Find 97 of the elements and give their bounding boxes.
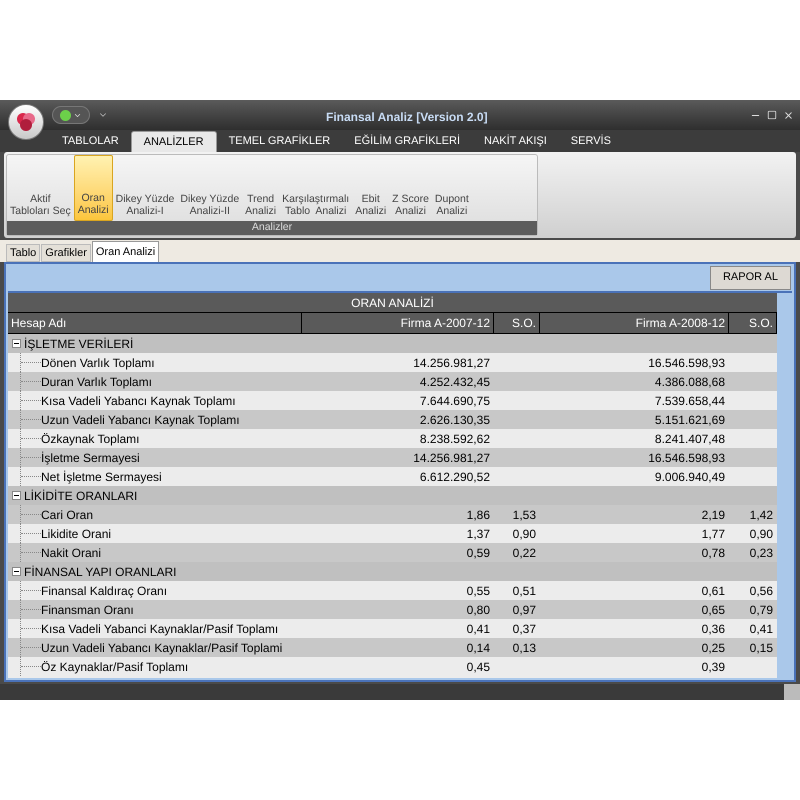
table-cell: 6.612.290,52	[420, 470, 490, 484]
table-cell: 1,77	[702, 526, 725, 540]
table-cell: 0,97	[512, 602, 536, 616]
table-cell: 8.241.407,48	[654, 432, 725, 446]
ribbon-button[interactable]: Dikey Yüzde Analizi-II	[177, 155, 242, 221]
column-header[interactable]: S.O.	[494, 313, 540, 333]
table-cell: 0,25	[702, 640, 725, 654]
table-cell: 0,61	[702, 584, 725, 598]
account-name: Uzun Vadeli Yabancı Kaynaklar/Pasif Toplami	[41, 640, 282, 656]
account-name: Likidite Orani	[41, 526, 112, 542]
table-cell: 14.256.981,27	[413, 356, 490, 370]
table-cell: 0,15	[750, 640, 773, 654]
account-name: İşletme Sermayesi	[41, 450, 140, 466]
document-tab[interactable]: Grafikler	[41, 244, 91, 262]
table-cell: 0,22	[512, 546, 536, 560]
document-tab[interactable]: Tablo	[6, 244, 40, 262]
collapse-icon[interactable]	[12, 567, 21, 576]
column-header[interactable]: Firma A-2007-12	[302, 313, 494, 333]
table-cell: 0,39	[702, 660, 725, 674]
app-logo-icon[interactable]	[8, 104, 44, 140]
ribbon-button[interactable]: Karşılaştırmalı Tablo Analizi	[279, 155, 352, 221]
ribbon-tab[interactable]: NAKİT AKIŞI	[472, 131, 559, 152]
account-name: Dönen Varlık Toplamı	[41, 354, 155, 372]
ribbon-button[interactable]: Oran Analizi	[74, 155, 113, 221]
column-header[interactable]: S.O.	[729, 313, 777, 333]
table-cell: 0,13	[512, 640, 536, 654]
table-cell: 0,59	[466, 546, 490, 560]
table-cell: 0,78	[702, 546, 725, 560]
ribbon-button[interactable]: Z Score Analizi	[389, 155, 432, 221]
table-cell: 0,41	[750, 622, 773, 636]
ribbon-tab[interactable]: TEMEL GRAFİKLER	[216, 131, 342, 152]
document-tab[interactable]: Oran Analizi	[92, 241, 160, 262]
ribbon-tab[interactable]: TABLOLAR	[50, 131, 131, 152]
ribbon-button[interactable]: Trend Analizi	[242, 155, 280, 221]
table-cell: 1,37	[466, 526, 490, 540]
group-label: İŞLETME VERİLERİ	[24, 336, 134, 352]
table-cell: 2.626.130,35	[420, 412, 490, 426]
account-name: Kısa Vadeli Yabancı Kaynak Toplamı	[41, 392, 236, 410]
ribbon-tab[interactable]: ANALİZLER	[130, 131, 217, 152]
account-name: Duran Varlık Toplamı	[41, 374, 152, 390]
collapse-icon[interactable]	[12, 491, 21, 500]
table-cell: 0,37	[512, 622, 536, 636]
account-name: Kısa Vadeli Yabanci Kaynaklar/Pasif Toplamı	[41, 620, 278, 638]
table-cell: 1,86	[466, 508, 490, 522]
quick-access-button[interactable]	[52, 106, 90, 124]
ribbon-tab[interactable]: EĞİLİM GRAFİKLERİ	[342, 131, 472, 152]
table-cell: 0,56	[750, 584, 773, 598]
ribbon-tab[interactable]: SERVİS	[558, 131, 623, 152]
table-cell: 9.006.940,49	[654, 470, 725, 484]
group-label: FİNANSAL YAPI ORANLARI	[24, 564, 176, 580]
table-cell: 7.644.690,75	[420, 394, 490, 408]
table-cell: 16.546.598,93	[648, 356, 725, 370]
ribbon-group-label: Analizler	[252, 220, 292, 236]
column-header[interactable]: Hesap Adı	[8, 313, 302, 333]
account-name: Nakit Orani	[41, 544, 102, 562]
table-cell: 0,45	[466, 660, 490, 674]
table-cell: 5.151.621,69	[654, 412, 725, 426]
table-cell: 0,80	[466, 602, 490, 616]
ribbon-button[interactable]: Dupont Analizi	[432, 155, 472, 221]
account-name: Özkaynak Toplamı	[41, 430, 140, 448]
table-cell: 4.386.088,68	[654, 374, 725, 388]
table-cell: 8.238.592,62	[420, 432, 490, 446]
table-cell: 0,65	[702, 602, 725, 616]
table-cell: 0,41	[466, 622, 490, 636]
table-cell: 0,55	[466, 584, 490, 598]
table-cell: 0,23	[750, 546, 773, 560]
table-cell: 2,19	[702, 508, 725, 522]
orb-icon	[60, 110, 71, 120]
account-name: Net İşletme Sermayesi	[41, 468, 162, 486]
table-cell: 16.546.598,93	[648, 450, 725, 464]
collapse-icon[interactable]	[12, 339, 21, 348]
account-name: Cari Oran	[41, 506, 94, 524]
account-name: Öz Kaynaklar/Pasif Toplamı	[41, 658, 188, 676]
table-cell: 14.256.981,27	[413, 450, 490, 464]
ribbon-button[interactable]: Dikey Yüzde Analizi-I	[112, 155, 178, 221]
table-cell: 0,90	[512, 526, 536, 540]
close-icon[interactable]	[783, 110, 794, 120]
table-title: ORAN ANALİZİ	[351, 294, 434, 312]
column-header[interactable]: Firma A-2008-12	[540, 313, 729, 333]
table-cell: 0,51	[512, 584, 536, 598]
table-cell: 1,53	[512, 508, 536, 522]
table-cell: 0,90	[750, 526, 773, 540]
account-name: Finansman Oranı	[41, 602, 134, 618]
group-label: LİKİDİTE ORANLARI	[24, 488, 138, 504]
table-cell: 0,36	[702, 622, 725, 636]
ribbon-button[interactable]: Aktif Tabloları Seç	[7, 155, 74, 221]
table-cell: 0,79	[750, 602, 773, 616]
table-cell: 4.252.432,45	[420, 374, 490, 388]
account-name: Uzun Vadeli Yabancı Kaynak Toplamı	[41, 412, 240, 428]
account-name: Finansal Kaldıraç Oranı	[41, 582, 168, 600]
report-button[interactable]: RAPOR AL	[710, 266, 791, 290]
table-cell: 7.539.658,44	[654, 394, 725, 408]
table-cell: 0,14	[466, 640, 490, 654]
ribbon-button[interactable]: Ebit Analizi	[352, 155, 390, 221]
window-title: Finansal Analiz [Version 2.0]	[326, 109, 488, 126]
maximize-icon[interactable]	[767, 110, 777, 120]
table-cell: 1,42	[750, 508, 773, 522]
